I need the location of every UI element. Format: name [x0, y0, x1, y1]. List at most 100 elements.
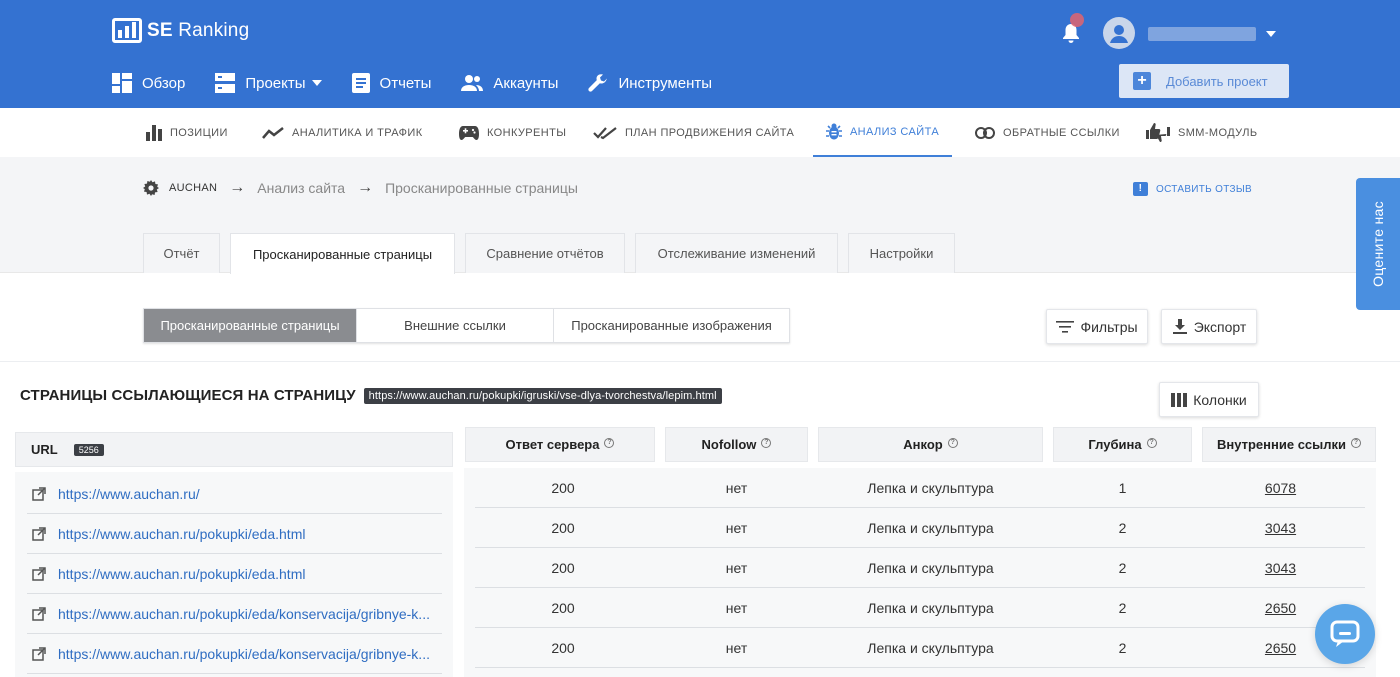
main-nav: Обзор Проекты Отчеты Аккаунты Инструмент… [112, 71, 742, 95]
tab-report-label: Отчёт [163, 246, 200, 261]
gamepad-icon [459, 125, 479, 140]
tab-track-changes[interactable]: Отслеживание изменений [635, 233, 838, 273]
columns-button[interactable]: Колонки [1159, 382, 1259, 417]
table-row: https://www.auchan.ru/pokupki/eda.html [27, 554, 442, 594]
header-internal-links[interactable]: Внутренние ссылки? [1202, 427, 1376, 462]
table-row: 200 нет Лепка и скульптура 2 2650 [475, 628, 1365, 668]
filters-button[interactable]: Фильтры [1046, 309, 1148, 344]
help-icon[interactable]: ? [1146, 437, 1157, 448]
external-link-icon[interactable] [32, 526, 46, 541]
add-project-button[interactable]: + Добавить проект [1119, 64, 1289, 98]
nav-overview[interactable]: Обзор [112, 71, 185, 95]
leave-feedback-link[interactable]: ! ОСТАВИТЬ ОТЗЫВ [1133, 182, 1252, 196]
row-url-link[interactable]: https://www.auchan.ru/pokupki/eda.html [58, 566, 305, 582]
help-icon[interactable]: ? [1351, 437, 1362, 448]
nav-projects[interactable]: Проекты [215, 71, 322, 95]
tab-report[interactable]: Отчёт [143, 233, 220, 273]
external-link-icon[interactable] [32, 646, 46, 661]
feedback-icon: ! [1133, 182, 1148, 196]
breadcrumb-arrow: → [357, 179, 374, 196]
header-internal-links-label: Внутренние ссылки [1216, 437, 1347, 452]
header-nofollow-label: Nofollow [701, 437, 757, 452]
cell-internal-links[interactable]: 6078 [1202, 468, 1359, 508]
help-icon[interactable]: ? [604, 437, 615, 448]
table-row: https://www.auchan.ru/ [27, 474, 442, 514]
nav-tools-label: Инструменты [618, 74, 712, 92]
subnav-positions[interactable]: Позиции [146, 108, 228, 157]
external-link-icon[interactable] [32, 606, 46, 621]
cell-nofollow: нет [725, 480, 748, 496]
segment-crawled-pages-label: Просканированные страницы [160, 318, 340, 333]
header-anchor-label: Анкор [903, 437, 943, 452]
dashboard-icon [112, 73, 132, 93]
subnav-site-audit[interactable]: Анализ сайта [813, 108, 952, 157]
cell-nofollow: нет [725, 520, 748, 536]
breadcrumb-site-audit[interactable]: Анализ сайта [257, 180, 345, 196]
cell-nofollow: нет [725, 640, 748, 656]
tab-crawled-pages[interactable]: Просканированные страницы [230, 233, 455, 274]
chevron-down-icon[interactable] [1266, 31, 1276, 37]
subnav-positions-label: Позиции [170, 126, 228, 139]
header-depth[interactable]: Глубина? [1053, 427, 1192, 462]
cell-internal-links[interactable]: 3043 [1202, 548, 1359, 588]
tab-settings[interactable]: Настройки [848, 233, 955, 273]
avatar[interactable] [1103, 17, 1135, 49]
breadcrumb-project[interactable]: AUCHAN [169, 182, 217, 194]
row-url-link[interactable]: https://www.auchan.ru/pokupki/eda/konser… [58, 646, 430, 662]
target-url-chip: https://www.auchan.ru/pokupki/igruski/vs… [363, 387, 722, 404]
subnav-promo-plan[interactable]: План продвижения сайта [593, 108, 794, 157]
cell-server-response: 200 [551, 640, 575, 656]
chat-button[interactable] [1315, 604, 1375, 664]
gear-icon[interactable] [143, 180, 159, 196]
subnav-smm[interactable]: SMM-модуль [1146, 108, 1257, 157]
header-server-response[interactable]: Ответ сервера? [465, 427, 655, 462]
export-button[interactable]: Экспорт [1161, 309, 1257, 344]
cell-server-response: 200 [551, 480, 575, 496]
module-nav: Позиции Аналитика и трафик Конкуренты Пл… [0, 108, 1400, 157]
subnav-competitors[interactable]: Конкуренты [459, 108, 566, 157]
segment-crawled-images[interactable]: Просканированные изображения [554, 309, 789, 342]
help-icon[interactable]: ? [761, 437, 772, 448]
cell-server-response: 200 [551, 520, 575, 536]
table-row: https://www.auchan.ru/pokupki/eda/konser… [27, 594, 442, 634]
url-column-header[interactable]: URL 5256 [15, 432, 453, 467]
top-header: SE Ranking Обзор Проекты Отчеты Аккаунты [0, 0, 1400, 108]
audit-tabs: Отчёт Просканированные страницы Сравнени… [143, 233, 965, 274]
nav-reports[interactable]: Отчеты [351, 71, 432, 95]
nav-accounts[interactable]: Аккаунты [461, 71, 558, 95]
header-anchor[interactable]: Анкор? [818, 427, 1043, 462]
header-server-response-label: Ответ сервера [505, 437, 600, 452]
section-title-text: СТРАНИЦЫ ССЫЛАЮЩИЕСЯ НА СТРАНИЦУ [20, 387, 356, 404]
links-table-body: 200 нет Лепка и скульптура 1 6078 200 нет Лепка… [464, 468, 1376, 677]
segment-external-links[interactable]: Внешние ссылки [357, 309, 554, 342]
tab-track-changes-label: Отслеживание изменений [657, 246, 816, 261]
row-url-link[interactable]: https://www.auchan.ru/ [58, 486, 200, 502]
nav-reports-label: Отчеты [379, 74, 432, 92]
logo[interactable]: SE Ranking [112, 18, 249, 43]
nav-tools[interactable]: Инструменты [588, 71, 712, 95]
wrench-icon [588, 74, 608, 92]
external-link-icon[interactable] [32, 566, 46, 581]
cell-anchor: Лепка и скульптура [867, 640, 994, 656]
section-title: СТРАНИЦЫ ССЫЛАЮЩИЕСЯ НА СТРАНИЦУ https:/… [20, 387, 722, 404]
subnav-backlinks[interactable]: Обратные ссылки [975, 108, 1120, 157]
row-url-link[interactable]: https://www.auchan.ru/pokupki/eda.html [58, 526, 305, 542]
segment-crawled-pages[interactable]: Просканированные страницы [144, 309, 357, 342]
nav-accounts-label: Аккаунты [493, 74, 559, 92]
table-row: 200 нет Лепка и скульптура 2 3043 [475, 508, 1365, 548]
filter-icon [1056, 320, 1075, 333]
cell-internal-links[interactable]: 3043 [1202, 508, 1359, 548]
rate-us-tab[interactable]: Оцените нас [1356, 178, 1400, 310]
header-nofollow[interactable]: Nofollow? [665, 427, 808, 462]
tab-compare-reports[interactable]: Сравнение отчётов [465, 233, 625, 273]
username-blurred[interactable] [1148, 27, 1256, 41]
table-row: 200 нет Лепка и скульптура 2 3043 [475, 548, 1365, 588]
cell-server-response: 200 [551, 560, 575, 576]
subnav-analytics[interactable]: Аналитика и трафик [262, 108, 423, 157]
columns-icon [1171, 392, 1188, 407]
divider [0, 361, 1400, 362]
row-url-link[interactable]: https://www.auchan.ru/pokupki/eda/konser… [58, 606, 430, 622]
logo-icon [112, 18, 142, 43]
help-icon[interactable]: ? [947, 437, 958, 448]
external-link-icon[interactable] [32, 486, 46, 501]
